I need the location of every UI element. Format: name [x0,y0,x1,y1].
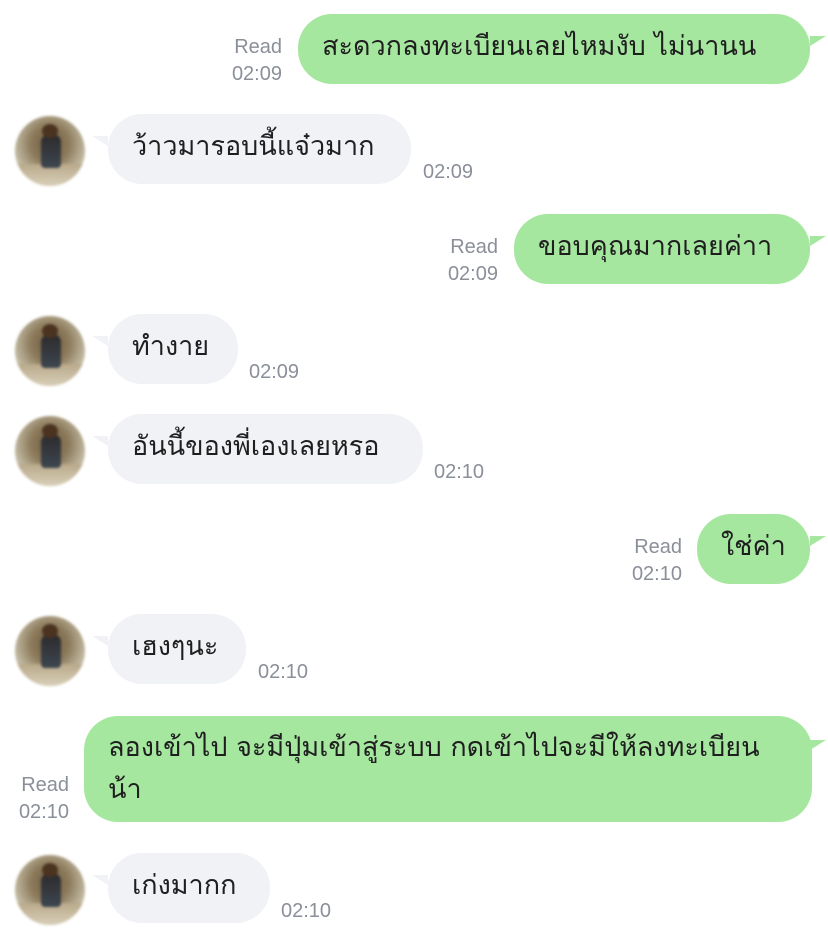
bubble-tail [810,36,826,46]
bubble-tail [810,236,826,246]
message-row-incoming: เก่งมากก 02:10 [0,853,828,925]
message-time: 02:10 [631,563,682,585]
message-row-outgoing: Read 02:10 ใช่ค่า [0,514,828,585]
message-row-incoming: ทำงาย 02:09 [0,314,828,386]
bubble-tail [810,536,826,546]
message-bubble-incoming[interactable]: อันนี้ของพี่เองเลยหรอ [108,414,423,484]
message-time: 02:10 [281,900,332,922]
message-bubble-outgoing[interactable]: ใช่ค่า [697,514,810,584]
bubble-tail [92,875,108,885]
message-bubble-incoming[interactable]: ว้าวมารอบนี้แจ๋วมาก [108,114,411,184]
message-time: 02:09 [249,361,300,383]
message-bubble-incoming[interactable]: เก่งมากก [108,853,270,923]
bubble-tail [92,136,108,146]
contact-avatar[interactable] [15,855,85,925]
message-time: 02:10 [18,801,69,823]
bubble-tail [92,636,108,646]
message-bubble-outgoing[interactable]: ลองเข้าไป จะมีปุ่มเข้าสู่ระบบ กดเข้าไปจะ… [84,716,812,822]
message-row-outgoing: Read 02:10 ลองเข้าไป จะมีปุ่มเข้าสู่ระบบ… [0,716,828,824]
contact-avatar[interactable] [15,316,85,386]
message-time: 02:10 [258,661,309,683]
read-status: Read [634,536,682,558]
message-row-incoming: ว้าวมารอบนี้แจ๋วมาก 02:09 [0,114,828,186]
contact-avatar[interactable] [15,116,85,186]
message-bubble-incoming[interactable]: ทำงาย [108,314,238,384]
message-bubble-incoming[interactable]: เฮงๆนะ [108,614,246,684]
bubble-tail [92,436,108,446]
contact-avatar[interactable] [15,616,85,686]
message-row-outgoing: Read 02:09 ขอบคุณมากเลยค่าา [0,214,828,285]
message-time: 02:09 [231,63,282,85]
message-row-incoming: อันนี้ของพี่เองเลยหรอ 02:10 [0,414,828,486]
message-row-outgoing: Read 02:09 สะดวกลงทะเบียนเลยไหมงับ ไม่นา… [0,14,828,85]
message-time: 02:09 [423,161,474,183]
bubble-tail [810,740,826,750]
message-bubble-outgoing[interactable]: ขอบคุณมากเลยค่าา [514,214,810,284]
bubble-tail [92,336,108,346]
read-status: Read [234,36,282,58]
contact-avatar[interactable] [15,416,85,486]
message-row-incoming: เฮงๆนะ 02:10 [0,614,828,686]
message-time: 02:10 [434,461,485,483]
read-status: Read [450,236,498,258]
message-bubble-outgoing[interactable]: สะดวกลงทะเบียนเลยไหมงับ ไม่นานน [298,14,810,84]
read-status: Read [21,774,69,796]
chat-thread: Read 02:09 สะดวกลงทะเบียนเลยไหมงับ ไม่นา… [0,0,828,938]
message-time: 02:09 [447,263,498,285]
